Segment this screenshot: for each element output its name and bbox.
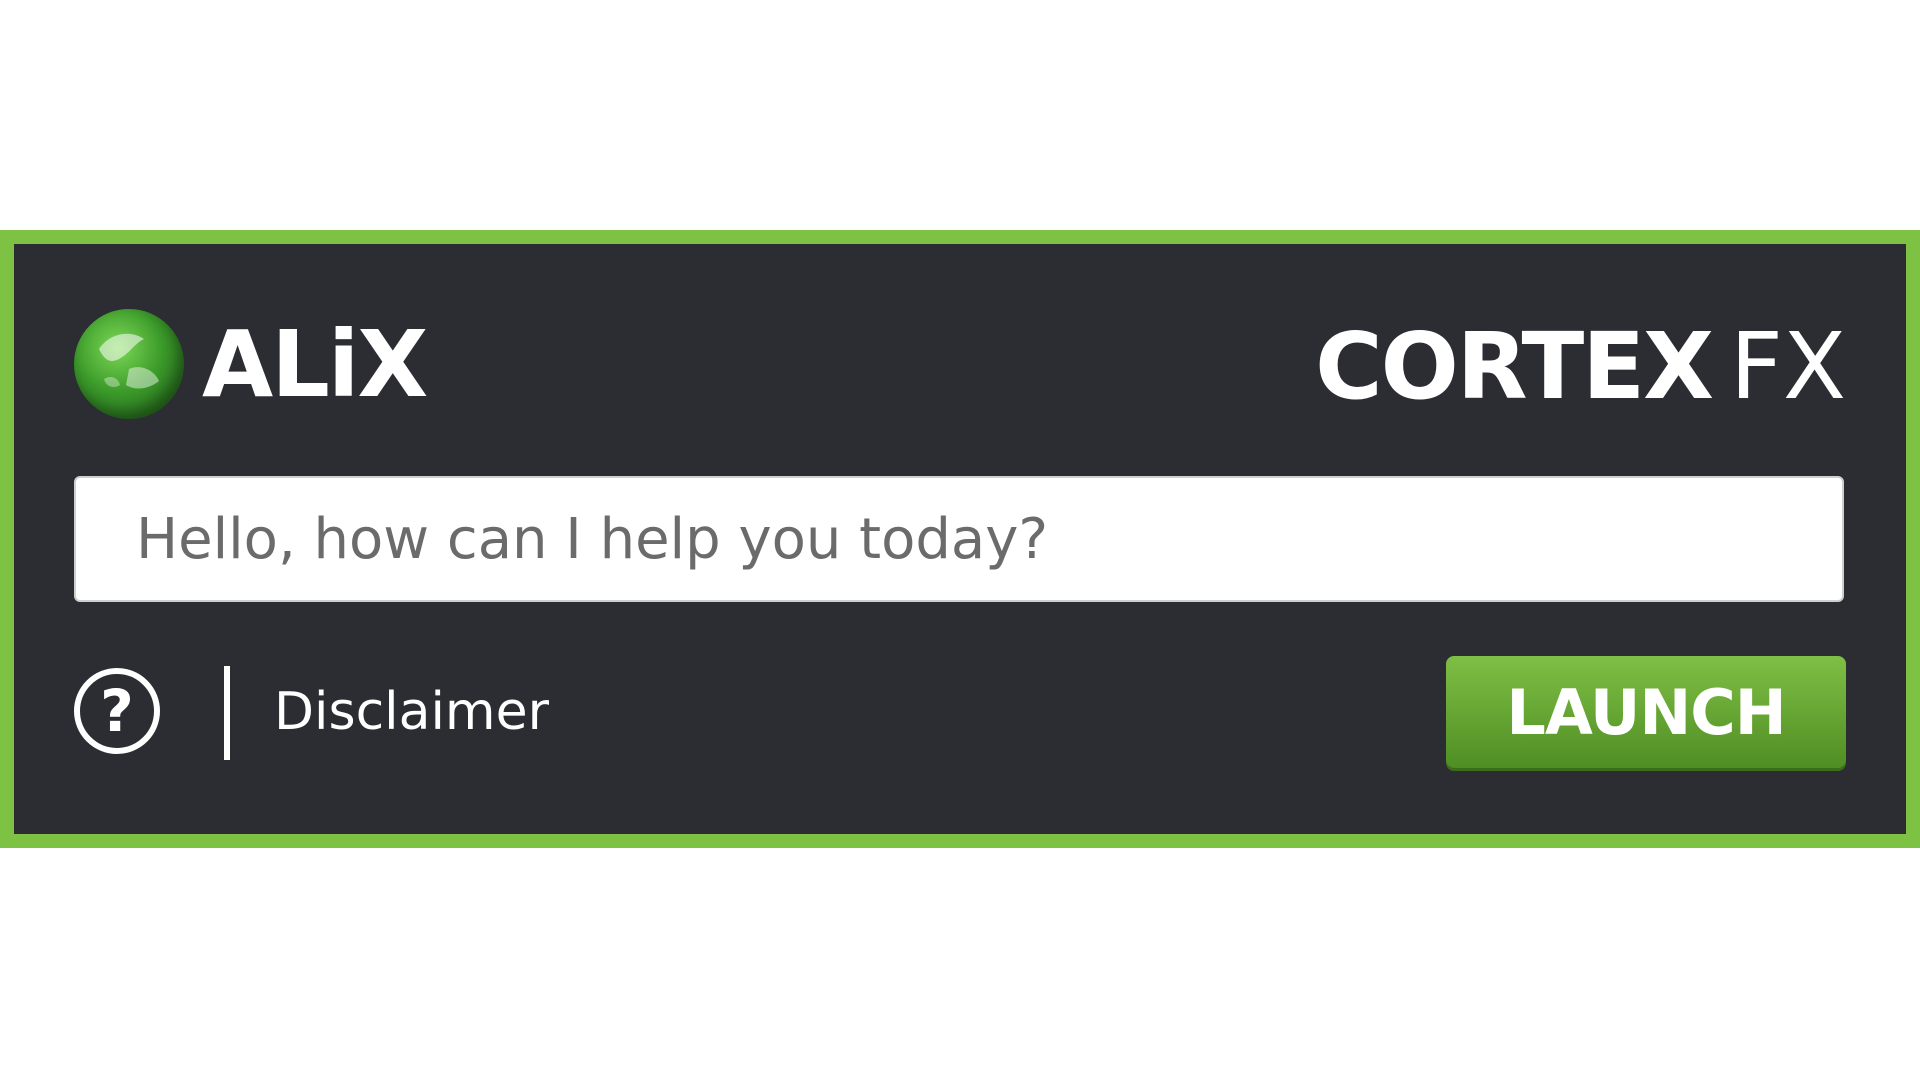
fx-logo-text: FX [1730, 313, 1846, 420]
assistant-query-input[interactable] [74, 476, 1844, 602]
alix-logo-text: ALiX [202, 310, 428, 418]
brand-row: ALiX CORTEX FX [74, 299, 1846, 420]
globe-logo-icon [74, 309, 184, 419]
help-question-icon[interactable]: ? [74, 668, 160, 754]
footer-divider [224, 666, 230, 760]
cortex-logo-text: CORTEX [1315, 313, 1714, 420]
launch-button[interactable]: LAUNCH [1446, 656, 1846, 768]
cortex-fx-logo: CORTEX FX [1315, 313, 1846, 420]
alix-widget: ALiX CORTEX FX ? Disclaimer LAUNCH [0, 230, 1920, 848]
alix-logo: ALiX [74, 309, 428, 419]
footer-row: ? Disclaimer LAUNCH [74, 656, 1846, 776]
disclaimer-link[interactable]: Disclaimer [274, 676, 549, 748]
